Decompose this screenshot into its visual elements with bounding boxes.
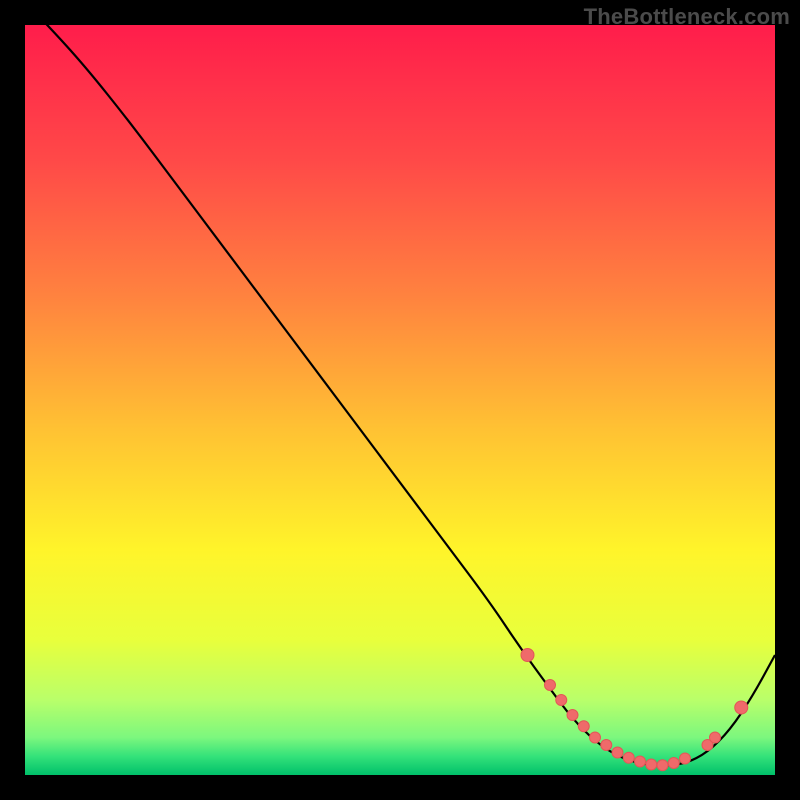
attribution-label: TheBottleneck.com	[584, 4, 790, 30]
marker-point	[612, 747, 623, 758]
chart-svg	[25, 25, 775, 775]
marker-point	[578, 721, 589, 732]
marker-point	[601, 740, 612, 751]
marker-point	[635, 756, 646, 767]
marker-point	[710, 732, 721, 743]
marker-point	[668, 758, 679, 769]
marker-point	[623, 752, 634, 763]
chart-background	[25, 25, 775, 775]
marker-point	[735, 701, 748, 714]
marker-point	[567, 710, 578, 721]
marker-point	[680, 753, 691, 764]
chart-plot-area	[25, 25, 775, 775]
marker-point	[657, 760, 668, 771]
marker-point	[590, 732, 601, 743]
marker-point	[646, 759, 657, 770]
marker-point	[545, 680, 556, 691]
chart-frame: TheBottleneck.com	[0, 0, 800, 800]
marker-point	[556, 695, 567, 706]
marker-point	[521, 649, 534, 662]
